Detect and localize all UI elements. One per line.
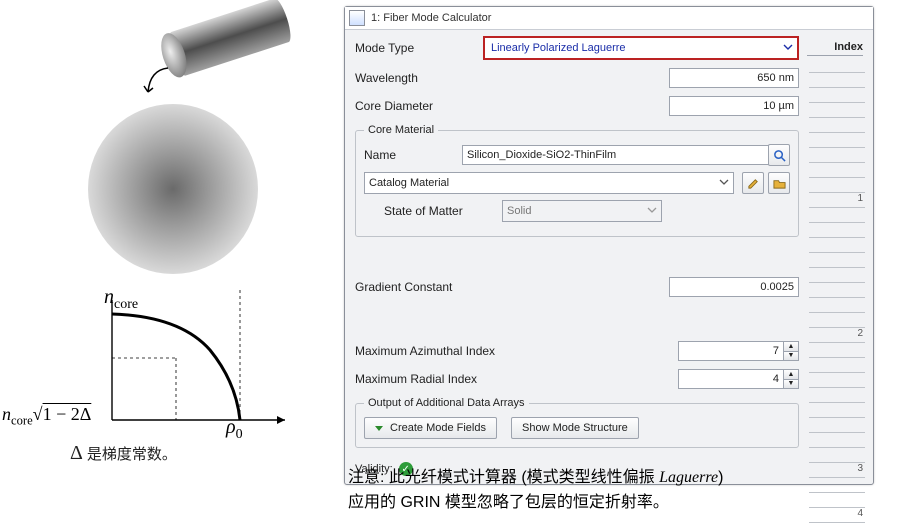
chevron-down-icon <box>647 205 657 218</box>
core-material-legend: Core Material <box>364 124 438 136</box>
output-arrays-group: Output of Additional Data Arrays Create … <box>355 397 799 448</box>
edit-material-button[interactable] <box>742 172 764 194</box>
state-of-matter-select[interactable]: Solid <box>502 200 662 222</box>
illustration-panel: ncore ncore√1 − 2Δ ρ0 Δ 是梯度常数。 <box>0 0 330 528</box>
search-material-button[interactable] <box>768 144 790 166</box>
show-mode-structure-button[interactable]: Show Mode Structure <box>511 417 639 439</box>
fiber-cylinder <box>156 0 303 81</box>
create-mode-fields-button[interactable]: Create Mode Fields <box>364 417 497 439</box>
step-down-icon[interactable]: ▼ <box>784 380 798 389</box>
pencil-icon <box>747 177 760 190</box>
step-down-icon[interactable]: ▼ <box>784 352 798 361</box>
input-arrow-icon <box>136 64 176 104</box>
max-radial-stepper[interactable]: 4 ▲▼ <box>678 369 799 389</box>
core-diameter-input[interactable]: 10 µm <box>669 96 799 116</box>
max-azimuthal-label: Maximum Azimuthal Index <box>355 344 475 358</box>
wavelength-label: Wavelength <box>355 71 475 85</box>
core-diameter-label: Core Diameter <box>355 99 475 113</box>
wavelength-input[interactable]: 650 nm <box>669 68 799 88</box>
mode-type-select[interactable]: Linearly Polarized Laguerre <box>483 36 799 60</box>
max-azimuthal-stepper[interactable]: 7 ▲▼ <box>678 341 799 361</box>
chevron-down-icon <box>783 42 793 55</box>
catalog-material-select[interactable]: Catalog Material <box>364 172 734 194</box>
titlebar[interactable]: 1: Fiber Mode Calculator <box>345 7 873 30</box>
search-icon <box>773 149 786 162</box>
state-of-matter-label: State of Matter <box>384 204 494 218</box>
folder-icon <box>773 177 786 190</box>
label-ncore: ncore <box>104 286 138 313</box>
label-rho: ρ0 <box>226 416 243 443</box>
step-up-icon[interactable]: ▲ <box>784 342 798 352</box>
core-material-group: Core Material Name Silicon_Dioxide-SiO2-… <box>355 124 799 237</box>
play-icon <box>375 426 383 431</box>
caption-text: 注意: 此光纤模式计算器 (模式类型线性偏振 Laguerre) 应用的 GRI… <box>348 466 888 516</box>
chevron-down-icon <box>719 177 729 190</box>
fiber-mode-calculator-window: 1: Fiber Mode Calculator Mode Type Linea… <box>344 6 874 485</box>
gradient-constant-label: Gradient Constant <box>355 280 475 294</box>
window-title: 1: Fiber Mode Calculator <box>371 12 491 24</box>
material-name-input[interactable]: Silicon_Dioxide-SiO2-ThinFilm <box>462 145 770 165</box>
max-radial-label: Maximum Radial Index <box>355 372 475 386</box>
gradient-constant-input[interactable]: 0.0025 <box>669 277 799 297</box>
index-column-header: Index <box>807 41 863 56</box>
step-up-icon[interactable]: ▲ <box>784 370 798 380</box>
material-name-label: Name <box>364 148 454 162</box>
delta-note: Δ 是梯度常数。 <box>70 442 177 465</box>
mode-type-value: Linearly Polarized Laguerre <box>491 42 626 54</box>
output-arrays-legend: Output of Additional Data Arrays <box>364 397 529 409</box>
open-material-button[interactable] <box>768 172 790 194</box>
mode-profile-blob <box>88 104 258 274</box>
label-y-axis: ncore√1 − 2Δ <box>2 404 91 429</box>
mode-type-label: Mode Type <box>355 41 475 55</box>
app-icon <box>349 10 365 26</box>
